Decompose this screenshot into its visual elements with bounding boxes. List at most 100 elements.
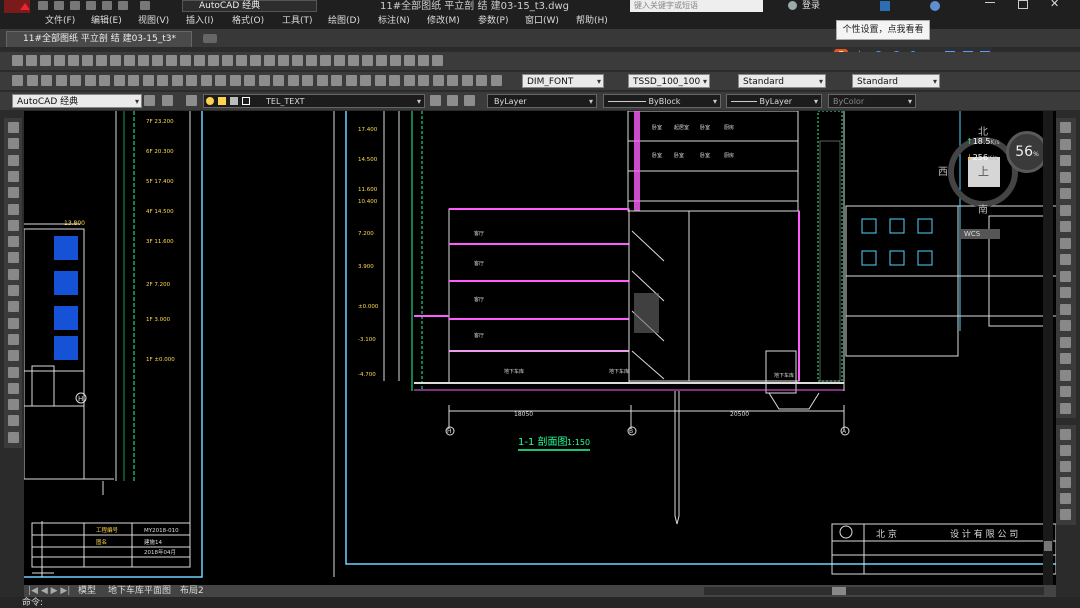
search-input[interactable]: 键入关键字或短语 bbox=[630, 0, 763, 12]
toolbar1-tool-icon-17[interactable] bbox=[236, 55, 247, 66]
toolbar1-tool-icon-25[interactable] bbox=[348, 55, 359, 66]
new-tab-button[interactable] bbox=[203, 34, 217, 43]
toolbar1-tool-icon-15[interactable] bbox=[208, 55, 219, 66]
toolbar2-tool-icon-24[interactable] bbox=[345, 75, 357, 86]
modify-tool-icon-17[interactable] bbox=[1060, 386, 1071, 397]
order-tool-icon-1[interactable] bbox=[1060, 429, 1071, 440]
layer-state-icon[interactable] bbox=[464, 95, 475, 106]
toolbar1-tool-icon-24[interactable] bbox=[334, 55, 345, 66]
menu-parameter[interactable]: 参数(P) bbox=[478, 13, 508, 29]
draw-tool-icon-9[interactable] bbox=[8, 252, 19, 264]
toolbar2-tool-icon-19[interactable] bbox=[273, 75, 284, 86]
toolbar2-tool-icon-21[interactable] bbox=[302, 75, 313, 86]
toolbar1-tool-icon-22[interactable] bbox=[306, 55, 317, 66]
help-icon[interactable] bbox=[930, 1, 940, 11]
tab-basement-plan[interactable]: 地下车库平面图 bbox=[108, 585, 171, 597]
draw-tool-icon-7[interactable] bbox=[8, 219, 19, 231]
modify-tool-icon-7[interactable] bbox=[1060, 221, 1071, 232]
toolbar2-tool-icon-25[interactable] bbox=[360, 75, 371, 86]
toolbar2-tool-icon-15[interactable] bbox=[215, 75, 226, 86]
draw-tool-icon-18[interactable] bbox=[8, 399, 19, 411]
toolbar2-tool-icon-22[interactable] bbox=[316, 75, 328, 86]
drawing-canvas[interactable]: 13.800 7F 23.200 6F 20.300 5F 17.400 4F 14.… bbox=[24, 111, 1056, 585]
menu-window[interactable]: 窗口(W) bbox=[525, 13, 559, 29]
toolbar2-tool-icon-4[interactable] bbox=[55, 75, 67, 86]
menu-dimension[interactable]: 标注(N) bbox=[378, 13, 410, 29]
modify-tool-icon-12[interactable] bbox=[1060, 303, 1071, 315]
draw-tool-icon-5[interactable] bbox=[8, 187, 19, 199]
order-tool-icon-6[interactable] bbox=[1060, 509, 1071, 520]
draw-tool-icon-19[interactable] bbox=[8, 415, 19, 427]
menu-format[interactable]: 格式(O) bbox=[232, 13, 264, 29]
toolbar2-tool-icon-30[interactable] bbox=[432, 75, 444, 86]
toolbar1-tool-icon-5[interactable] bbox=[68, 55, 79, 66]
menu-help[interactable]: 帮助(H) bbox=[576, 13, 608, 29]
toolbar1-tool-icon-21[interactable] bbox=[292, 55, 303, 66]
toolbar1-tool-icon-19[interactable] bbox=[264, 55, 275, 66]
toolbar2-tool-icon-34[interactable] bbox=[490, 75, 502, 86]
draw-tool-icon-2[interactable] bbox=[8, 138, 19, 150]
order-tool-icon-5[interactable] bbox=[1060, 493, 1071, 504]
toolbar1-tool-icon-8[interactable] bbox=[110, 55, 121, 66]
draw-tool-icon-15[interactable] bbox=[8, 350, 19, 362]
draw-tool-icon-8[interactable] bbox=[8, 236, 19, 248]
draw-tool-icon-13[interactable] bbox=[8, 317, 19, 329]
toolbar2-tool-icon-5[interactable] bbox=[70, 75, 81, 86]
order-tool-icon-4[interactable] bbox=[1060, 477, 1071, 488]
modify-tool-icon-9[interactable] bbox=[1060, 254, 1071, 265]
modify-tool-icon-16[interactable] bbox=[1060, 369, 1071, 381]
toolbar2-tool-icon-18[interactable] bbox=[258, 75, 270, 86]
draw-tool-icon-1[interactable] bbox=[8, 122, 19, 133]
toolbar2-tool-icon-7[interactable] bbox=[99, 75, 110, 86]
text-style-select[interactable]: TSSD_100_100 ▾ bbox=[628, 74, 710, 88]
restore-button[interactable] bbox=[1018, 0, 1028, 9]
toolbar2-tool-icon-31[interactable] bbox=[447, 75, 458, 86]
modify-tool-icon-6[interactable] bbox=[1060, 204, 1071, 216]
tab-model[interactable]: 模型 bbox=[78, 585, 96, 597]
save-icon[interactable] bbox=[70, 1, 80, 10]
toolbar1-tool-icon-20[interactable] bbox=[278, 55, 289, 66]
print-icon[interactable] bbox=[102, 1, 112, 10]
modify-tool-icon-4[interactable] bbox=[1060, 171, 1071, 183]
draw-tool-icon-17[interactable] bbox=[8, 382, 19, 394]
redo-icon[interactable] bbox=[140, 1, 150, 10]
toolbar2-tool-icon-33[interactable] bbox=[476, 75, 487, 86]
toolbar1-tool-icon-18[interactable] bbox=[250, 55, 261, 66]
order-tool-icon-3[interactable] bbox=[1060, 461, 1071, 472]
new-icon[interactable] bbox=[38, 1, 48, 10]
color-select[interactable]: ByLayer ▾ bbox=[487, 94, 597, 108]
layer-manager-icon[interactable] bbox=[186, 95, 197, 106]
tab-layout2[interactable]: 布局2 bbox=[180, 585, 204, 597]
command-line[interactable]: 命令: bbox=[0, 597, 1080, 608]
workspace-selector[interactable]: AutoCAD 经典 bbox=[182, 0, 317, 12]
plotstyle-select[interactable]: ByColor ▾ bbox=[828, 94, 916, 108]
horizontal-scrollbar[interactable] bbox=[704, 587, 1044, 595]
layer-match-icon[interactable] bbox=[447, 95, 458, 106]
toolbar2-tool-icon-6[interactable] bbox=[84, 75, 96, 86]
vertical-scrollbar[interactable] bbox=[1043, 111, 1053, 585]
modify-tool-icon-14[interactable] bbox=[1060, 336, 1071, 348]
draw-tool-icon-3[interactable] bbox=[8, 154, 19, 166]
dim-style-select[interactable]: DIM_FONT ▾ bbox=[522, 74, 604, 88]
draw-tool-icon-16[interactable] bbox=[8, 366, 19, 378]
toolbar2-tool-icon-11[interactable] bbox=[157, 75, 168, 86]
toolbar1-tool-icon-11[interactable] bbox=[152, 55, 163, 66]
save-as-icon[interactable] bbox=[86, 1, 96, 10]
toolbar1-tool-icon-9[interactable] bbox=[124, 55, 135, 66]
lineweight-select[interactable]: ByLayer ▾ bbox=[726, 94, 822, 108]
undo-icon[interactable] bbox=[118, 1, 128, 10]
toolbar1-tool-icon-1[interactable] bbox=[12, 55, 23, 66]
modify-tool-icon-15[interactable] bbox=[1060, 353, 1071, 364]
draw-tool-icon-20[interactable] bbox=[8, 431, 19, 443]
toolbar1-tool-icon-7[interactable] bbox=[96, 55, 107, 66]
toolbar2-tool-icon-2[interactable] bbox=[26, 75, 38, 86]
draw-tool-icon-12[interactable] bbox=[8, 301, 19, 313]
linetype-select[interactable]: ByBlock ▾ bbox=[603, 94, 721, 108]
draw-tool-icon-11[interactable] bbox=[8, 285, 19, 296]
toolbar1-tool-icon-12[interactable] bbox=[166, 55, 177, 66]
menu-file[interactable]: 文件(F) bbox=[45, 13, 75, 29]
login-link[interactable]: 登录 bbox=[802, 0, 820, 11]
toolbar1-tool-icon-31[interactable] bbox=[432, 55, 443, 66]
toolbar2-tool-icon-23[interactable] bbox=[331, 75, 342, 86]
toolbar1-tool-icon-6[interactable] bbox=[82, 55, 93, 66]
